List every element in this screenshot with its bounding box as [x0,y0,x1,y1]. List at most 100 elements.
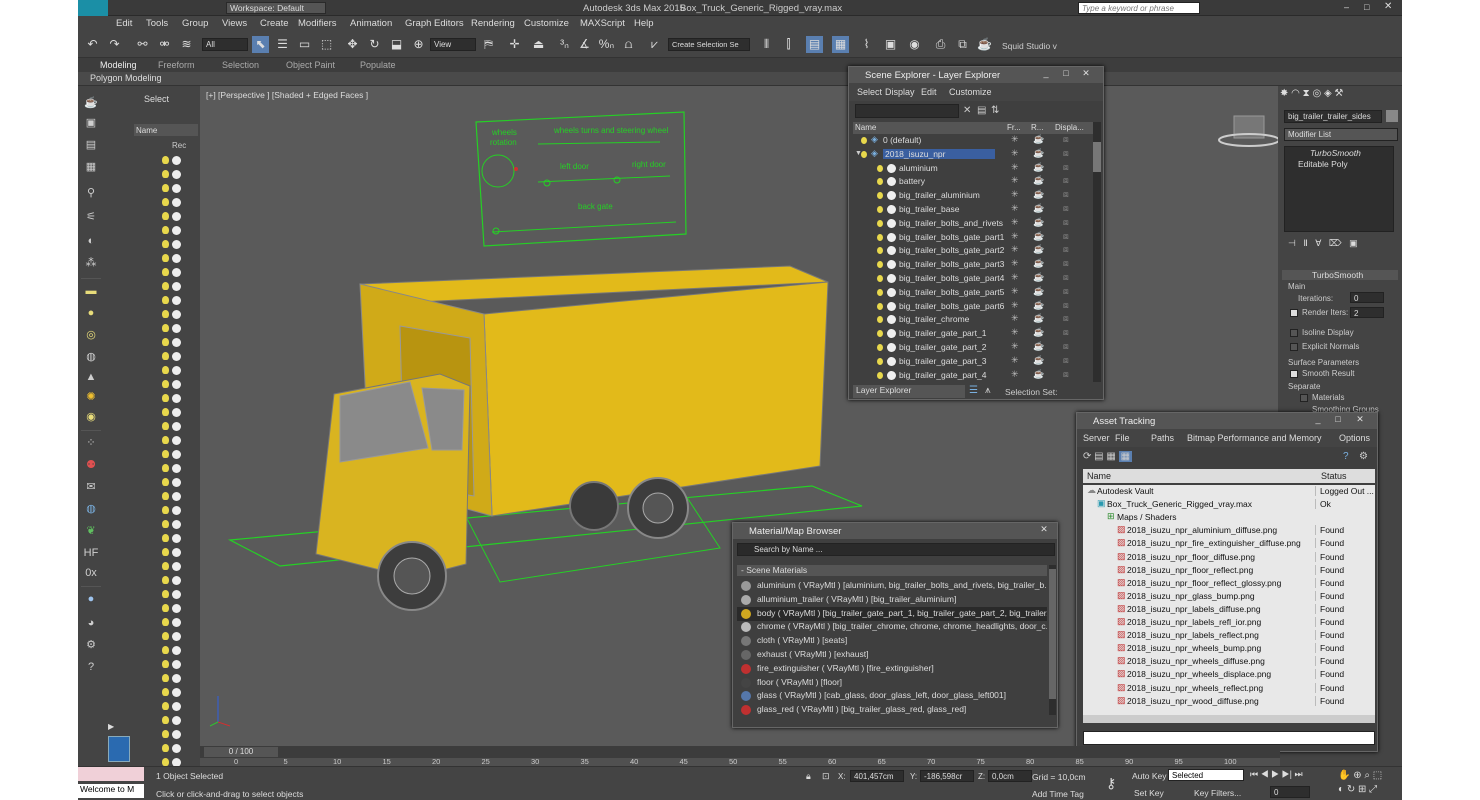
visibility-bulb-icon[interactable] [162,548,169,556]
scene-explorer-close[interactable]: ✕ [1079,68,1093,80]
ribbon-tab-object-paint[interactable]: Object Paint [286,60,335,70]
globe-icon[interactable]: ◍ [83,502,99,516]
material-browser-titlebar[interactable]: Material/Map Browser ✕ [733,523,1057,539]
name-column-header[interactable]: Name [136,126,157,135]
asset-tracking-maximize[interactable]: □ [1331,414,1345,426]
freeze-icon[interactable]: ✳ [1011,272,1019,283]
freeze-dot-icon[interactable] [172,492,181,501]
freeze-dot-icon[interactable] [172,450,181,459]
se-row[interactable]: big_trailer_bolts_gate_part6 ✳ ☕ ⧈ [853,300,1093,314]
particles-icon[interactable]: ⁂ [83,256,99,270]
display-box-icon[interactable]: ⧈ [1063,217,1069,228]
freeze-dot-icon[interactable] [172,436,181,445]
renderable-teapot-icon[interactable]: ☕ [1033,203,1044,214]
iterations-spinner[interactable]: 0 [1350,292,1384,303]
blue-sphere-icon[interactable]: ● [83,592,99,606]
at-menu-4[interactable]: Options [1339,433,1370,443]
at-col-name[interactable]: Name [1087,471,1111,481]
ox-icon[interactable]: 0x [83,566,99,580]
visibility-bulb-icon[interactable] [162,366,169,374]
visibility-bulb-icon[interactable] [162,450,169,458]
render-setup-icon[interactable]: ⎙ [932,36,949,53]
geosphere-icon[interactable]: ◉ [83,410,99,424]
material-item[interactable]: cloth ( VRayMtl ) [seats] [737,634,1047,648]
visibility-bulb-icon[interactable] [162,310,169,318]
visibility-bulb-icon[interactable] [877,275,883,282]
freeze-dot-icon[interactable] [172,646,181,655]
visibility-bulb-icon[interactable] [877,316,883,324]
renderable-teapot-icon[interactable]: ☕ [1033,258,1044,269]
se-row[interactable]: big_trailer_bolts_gate_part5 ✳ ☕ ⧈ [853,286,1093,300]
time-slider[interactable]: 0 / 100 [204,747,278,757]
cylinder-icon[interactable]: ◎ [83,328,99,342]
search-input[interactable]: Type a keyword or phrase [1078,2,1200,14]
visibility-bulb-icon[interactable] [162,436,169,444]
rotate-icon[interactable]: ↻ [366,36,383,53]
freeze-dot-icon[interactable] [172,212,181,221]
ribbon-tab-modeling[interactable]: Modeling [100,60,137,70]
visibility-bulb-icon[interactable] [162,380,169,388]
visibility-bulb-icon[interactable] [877,219,883,227]
reference-coordinate-dropdown[interactable]: View [430,38,476,51]
freeze-dot-icon[interactable] [172,422,181,431]
pivot-icon[interactable]: ⛿ [480,36,497,53]
asset-tracking-titlebar[interactable]: Asset Tracking _ □ ✕ [1077,413,1377,429]
freeze-icon[interactable]: ✳ [1011,175,1019,186]
scene-explorer-maximize[interactable]: □ [1059,68,1073,80]
visibility-bulb-icon[interactable] [162,170,169,178]
renderable-teapot-icon[interactable]: ☕ [1033,313,1044,324]
visibility-bulb-icon[interactable] [162,464,169,472]
asset-row[interactable]: ▨ 2018_isuzu_npr_floor_diffuse.png Found [1083,551,1375,565]
asset-hscroll[interactable] [1083,715,1375,723]
place-icon[interactable]: ⊕ [410,36,427,53]
torus-icon[interactable]: ◍ [83,350,99,364]
freeze-dot-icon[interactable] [172,394,181,403]
visibility-bulb-icon[interactable] [877,344,883,351]
visibility-bulb-icon[interactable] [162,156,169,164]
asset-tracking-minimize[interactable]: _ [1311,414,1325,426]
display-box-icon[interactable]: ⧈ [1063,244,1069,255]
renderable-teapot-icon[interactable]: ☕ [1033,189,1044,200]
set-key-button[interactable]: Set Key [1134,788,1164,798]
asset-row[interactable]: ▨ 2018_isuzu_npr_aluminium_diffuse.png Fou… [1083,524,1375,538]
freeze-dot-icon[interactable] [172,226,181,235]
visibility-bulb-icon[interactable] [162,198,169,206]
keyboard-shortcut-icon[interactable]: ⏏ [530,36,547,53]
asset-row[interactable]: ▨ 2018_isuzu_npr_labels_diffuse.png Found [1083,603,1375,617]
help-icon[interactable]: ? [83,660,99,674]
visibility-bulb-icon[interactable] [162,268,169,276]
asset-path-field[interactable] [1083,731,1375,745]
visibility-bulb-icon[interactable] [162,338,169,346]
freeze-dot-icon[interactable] [172,688,181,697]
freeze-dot-icon[interactable] [172,366,181,375]
angle-snap-icon[interactable]: ∡ [576,36,593,53]
percent-snap-icon[interactable]: %ₙ [598,36,615,53]
menu-graph-editors[interactable]: Graph Editors [405,18,464,29]
material-search-input[interactable]: Search by Name ... [737,543,1055,556]
display-box-icon[interactable]: ⧈ [1063,258,1069,269]
visibility-bulb-icon[interactable] [861,137,867,144]
visibility-bulb-icon[interactable] [877,302,883,310]
freeze-dot-icon[interactable] [172,296,181,305]
menu-edit[interactable]: Edit [116,18,132,29]
stack-editable-poly[interactable]: Editable Poly [1298,159,1348,169]
at-menu-0[interactable]: Server [1083,433,1110,443]
freeze-dot-icon[interactable] [172,324,181,333]
freeze-icon[interactable]: ✳ [1011,355,1019,366]
se-col-0[interactable]: Name [855,123,876,132]
menu-animation[interactable]: Animation [350,18,392,29]
visibility-bulb-icon[interactable] [162,184,169,192]
freeze-dot-icon[interactable] [172,184,181,193]
freeze-dot-icon[interactable] [172,730,181,739]
freeze-icon[interactable]: ✳ [1011,369,1019,380]
visibility-bulb-icon[interactable] [162,758,169,766]
key-mode-dropdown[interactable]: Selected [1168,769,1244,781]
asset-row[interactable]: ▨ 2018_isuzu_npr_labels_reflect.png Found [1083,629,1375,643]
se-row[interactable]: big_trailer_chrome ✳ ☕ ⧈ [853,313,1093,327]
freeze-icon[interactable]: ✳ [1011,300,1019,311]
visibility-bulb-icon[interactable] [162,730,169,738]
se-row[interactable]: battery ✳ ☕ ⧈ [853,175,1093,189]
display-box-icon[interactable]: ⧈ [1063,148,1069,159]
visibility-bulb-icon[interactable] [877,330,883,338]
asset-row[interactable]: ▨ 2018_isuzu_npr_wood_diffuse.png Found [1083,695,1375,709]
